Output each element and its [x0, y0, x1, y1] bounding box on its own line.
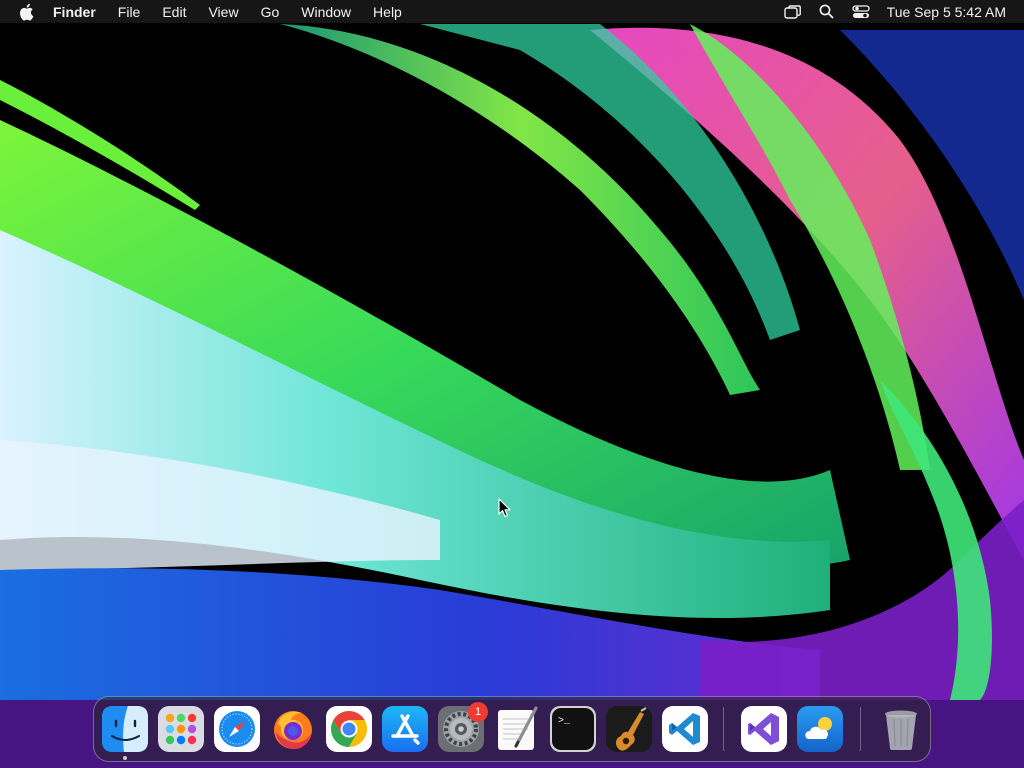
app-store-icon[interactable]: [382, 706, 428, 752]
launchpad-icon[interactable]: [158, 706, 204, 752]
menu-file[interactable]: File: [118, 4, 141, 20]
menu-window[interactable]: Window: [301, 4, 351, 20]
trash-icon[interactable]: [878, 706, 924, 752]
visual-studio-icon[interactable]: [741, 706, 787, 752]
mouse-cursor-icon: [498, 498, 512, 518]
desktop-wallpaper: [0, 0, 1024, 768]
menu-bar: Finder File Edit View Go Window Help Tue…: [0, 0, 1024, 23]
firefox-icon[interactable]: [270, 706, 316, 752]
chrome-icon[interactable]: [326, 706, 372, 752]
menu-view[interactable]: View: [208, 4, 238, 20]
spotlight-search-icon[interactable]: [817, 4, 837, 20]
menu-bar-status-area: Tue Sep 5 5:42 AM: [769, 0, 1006, 23]
finder-icon[interactable]: [102, 706, 148, 752]
garageband-icon[interactable]: [606, 706, 652, 752]
screen-mirroring-icon[interactable]: [783, 4, 803, 20]
safari-icon[interactable]: [214, 706, 260, 752]
textedit-icon[interactable]: [494, 706, 540, 752]
terminal-icon[interactable]: >_: [550, 706, 596, 752]
svg-text:>_: >_: [558, 716, 571, 727]
menu-edit[interactable]: Edit: [162, 4, 186, 20]
finder-running-indicator: [123, 756, 127, 760]
notification-badge: 1: [468, 702, 488, 722]
apple-menu-icon[interactable]: [18, 3, 36, 21]
weather-icon[interactable]: [797, 706, 843, 752]
menu-go[interactable]: Go: [261, 4, 280, 20]
dock-separator: [860, 707, 861, 751]
control-center-icon[interactable]: [851, 4, 871, 20]
menu-app-name[interactable]: Finder: [53, 4, 96, 20]
vscode-icon[interactable]: [662, 706, 708, 752]
dock-separator: [723, 707, 724, 751]
dock: 1 >_: [93, 696, 931, 762]
menu-help[interactable]: Help: [373, 4, 402, 20]
menu-bar-clock[interactable]: Tue Sep 5 5:42 AM: [887, 4, 1006, 20]
